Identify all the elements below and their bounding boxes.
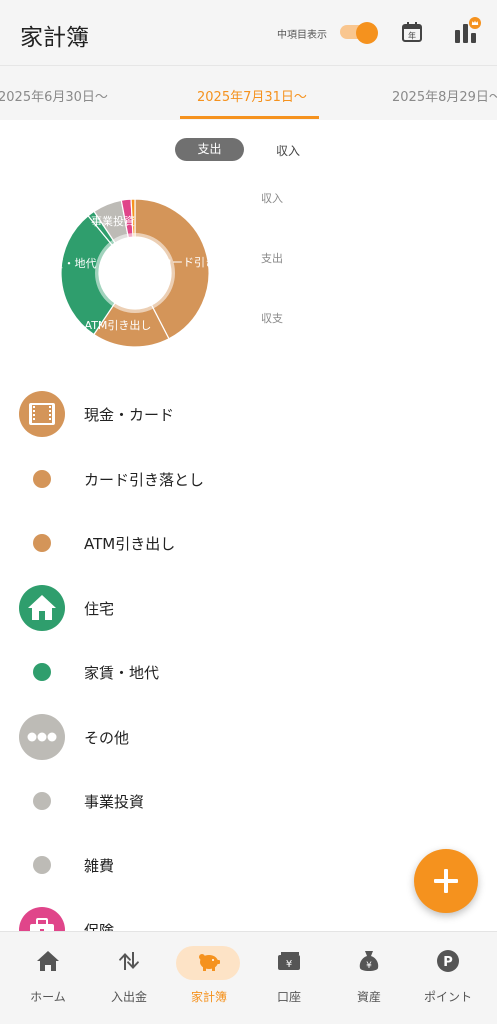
calendar-button[interactable]: 年 (400, 20, 424, 44)
date-tab-indicator (180, 116, 319, 119)
category-label: その他 (84, 729, 130, 747)
date-period-tabs: 2025年6月30日〜 2025年7月31日〜 2025年8月29日〜 (0, 66, 497, 120)
legend-income: 収入 (261, 192, 283, 205)
category-label: ATM引き出し (84, 535, 176, 553)
calendar-icon-text: 年 (408, 31, 416, 41)
category-color-dot (33, 856, 51, 874)
bar-chart-icon (455, 17, 481, 43)
donut-hole (99, 237, 171, 309)
date-tab-current[interactable]: 2025年7月31日〜 (197, 86, 307, 105)
category-label: 住宅 (84, 600, 115, 618)
category-color-dot (33, 534, 51, 552)
points-icon: P (437, 950, 459, 972)
category-label: 事業投資 (84, 793, 145, 811)
bottom-navigation: ホーム 入出金 家計簿 ¥ 口座 ¥ 資産 P ポイント (0, 931, 497, 1024)
nav-label: 入出金 (110, 990, 147, 1004)
nav-assets[interactable]: ¥ 資産 (329, 932, 409, 1024)
report-button[interactable] (452, 16, 482, 46)
segment-income[interactable]: 収入 (276, 142, 300, 159)
nav-accounts[interactable]: ¥ 口座 (249, 932, 329, 1024)
category-label: 現金・カード (84, 406, 175, 424)
toggle-label: 中項目表示 (277, 30, 327, 41)
account-icon: ¥ (278, 952, 300, 970)
wallet-icon (19, 391, 65, 437)
nav-label: ポイント (423, 990, 472, 1004)
date-tab-next[interactable]: 2025年8月29日〜 (392, 86, 497, 105)
category-label: 雑費 (84, 857, 115, 875)
nav-household-budget[interactable]: 家計簿 (169, 932, 249, 1024)
legend-balance: 収支 (261, 312, 283, 325)
svg-text:¥: ¥ (286, 959, 292, 970)
nav-label: ホーム (30, 990, 66, 1004)
fab-shadow-area (390, 913, 497, 931)
home-icon (37, 951, 59, 971)
legend-expense: 支出 (261, 252, 283, 265)
svg-text:P: P (443, 955, 453, 970)
piggy-bank-icon (199, 954, 220, 971)
nav-label: 家計簿 (190, 990, 227, 1004)
nav-transactions[interactable]: 入出金 (89, 932, 169, 1024)
category-item-atm-withdrawal[interactable]: ATM引き出し (0, 518, 497, 568)
page-title: 家計簿 (20, 25, 89, 51)
category-item-card-withdrawal[interactable]: カード引き落とし (0, 454, 497, 504)
category-label: カード引き落とし (84, 471, 205, 489)
category-item-business-investment[interactable]: 事業投資 (0, 776, 497, 826)
svg-text:¥: ¥ (366, 961, 372, 971)
category-color-dot (33, 470, 51, 488)
money-bag-icon: ¥ (359, 951, 379, 971)
nav-home[interactable]: ホーム (8, 932, 88, 1024)
calendar-icon: 年 (402, 22, 422, 42)
plus-icon (434, 869, 458, 893)
category-group-housing[interactable]: 住宅 (0, 583, 497, 633)
category-group-cash-card[interactable]: 現金・カード (0, 389, 497, 439)
toggle-knob (356, 22, 378, 44)
nav-points[interactable]: P ポイント (408, 932, 488, 1024)
donut-slice-label: ATM引き出し (85, 318, 152, 332)
subcategory-toggle[interactable] (340, 22, 378, 44)
donut-slice-label: カード引き落とし (161, 255, 215, 269)
segment-expense[interactable]: 支出 (175, 138, 244, 161)
nav-label: 口座 (276, 990, 301, 1004)
category-color-dot (33, 792, 51, 810)
category-label: 家賃・地代 (84, 664, 160, 682)
house-icon (19, 585, 65, 631)
donut-slice-label: 事業投資 (91, 214, 135, 228)
category-color-dot (33, 663, 51, 681)
date-tab-previous[interactable]: 2025年6月30日〜 (0, 86, 108, 105)
nav-label: 資産 (356, 990, 381, 1004)
add-entry-button[interactable] (414, 849, 478, 913)
transfer-icon (119, 952, 139, 970)
expense-donut-chart[interactable]: カード引き落としATM引き出し家賃・地代事業投資 (55, 193, 215, 353)
category-group-other[interactable]: その他 (0, 712, 497, 762)
app-header: 家計簿 中項目表示 年 (0, 0, 497, 66)
category-item-rent[interactable]: 家賃・地代 (0, 647, 497, 697)
more-icon (19, 714, 65, 760)
